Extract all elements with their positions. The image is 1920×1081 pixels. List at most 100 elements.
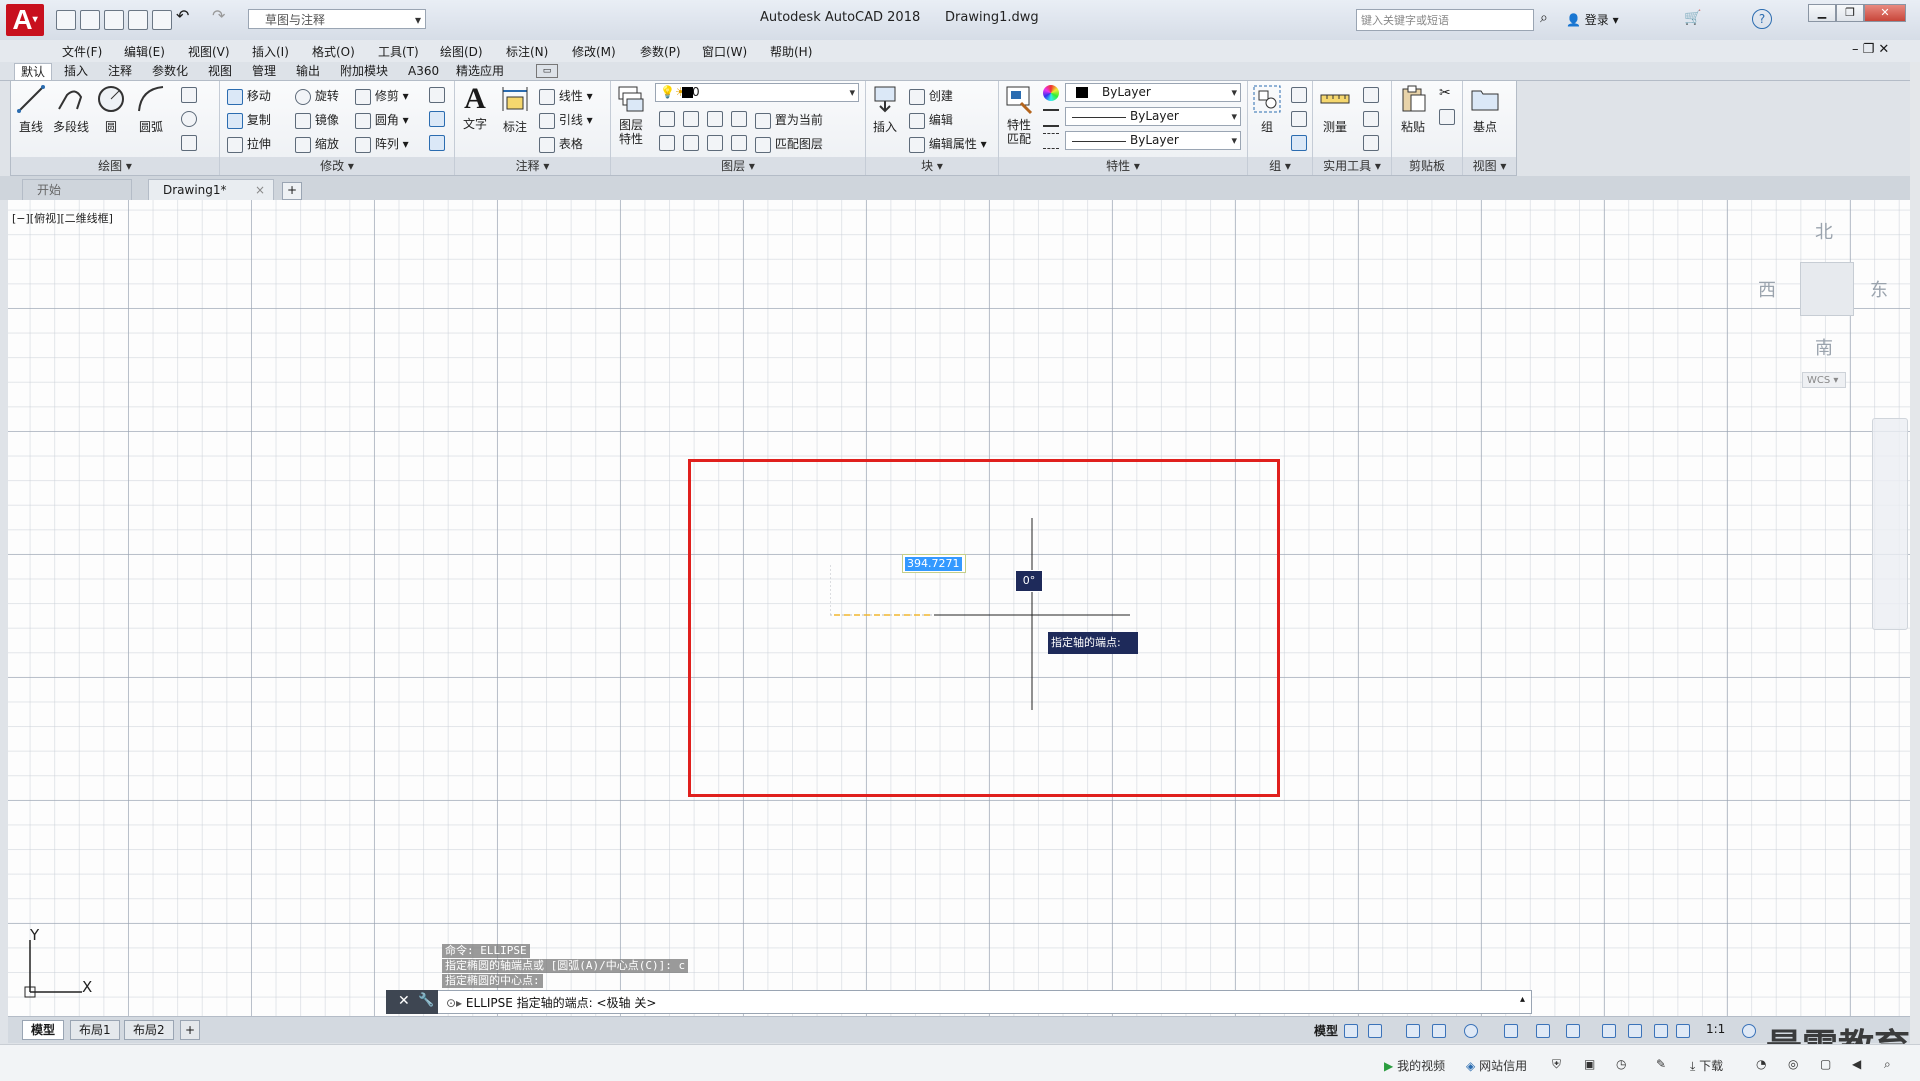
workspace-gear-icon[interactable] (1742, 1024, 1756, 1038)
annotation-visibility-icon[interactable] (1628, 1024, 1642, 1038)
tab-output[interactable]: 输出 (290, 63, 326, 80)
viewcube-south[interactable]: 南 (1815, 334, 1833, 360)
polar-tracking-icon[interactable] (1464, 1024, 1478, 1038)
leader-button[interactable]: 引线 ▾ (539, 111, 593, 129)
annotation-panel-title[interactable]: 注释 ▾ (455, 157, 610, 175)
navigation-bar[interactable] (1872, 418, 1908, 630)
color-wheel-icon[interactable] (1043, 85, 1059, 101)
edit-block-button[interactable]: 编辑 (909, 111, 953, 129)
layer-freeze-icon[interactable] (707, 111, 723, 127)
brush-icon[interactable]: ✎ (1656, 1057, 1666, 1071)
point-icon[interactable] (1363, 111, 1379, 127)
tab-insert[interactable]: 插入 (58, 63, 94, 80)
my-videos-link[interactable]: ▶ 我的视频 (1384, 1057, 1445, 1074)
shield-icon[interactable]: ⛨ (1552, 1057, 1561, 1072)
cart-icon[interactable]: 🛒 (1684, 10, 1701, 26)
save-as-icon[interactable] (128, 10, 148, 30)
customize-wrench-icon[interactable]: 🔧 (418, 993, 434, 1008)
copy-button[interactable]: 复制 (227, 111, 271, 129)
insert-block-button[interactable]: 插入 (869, 83, 908, 135)
linetype-icon[interactable] (1043, 133, 1059, 149)
annotation-scale[interactable]: 1:1 (1706, 1022, 1725, 1036)
tab-default[interactable]: 默认 (14, 63, 53, 81)
tray-icon[interactable]: ◔ (1756, 1057, 1766, 1071)
linetype-dropdown[interactable]: ByLayer (1065, 131, 1241, 150)
layer-unisolate-icon[interactable] (707, 135, 723, 151)
lineweight-icon[interactable] (1043, 109, 1059, 127)
quick-select-icon[interactable] (1363, 87, 1379, 103)
layout-tab-layout1[interactable]: 布局1 (70, 1020, 120, 1040)
view-panel-title[interactable]: 视图 ▾ (1463, 157, 1516, 175)
modify-panel-title[interactable]: 修改 ▾ (220, 157, 454, 175)
window-icon[interactable]: ▢ (1820, 1057, 1831, 1071)
linear-button[interactable]: 线性 ▾ (539, 87, 593, 105)
array-button[interactable]: 阵列 ▾ (355, 135, 409, 153)
binoculars-icon[interactable]: ⌕ (1540, 10, 1548, 26)
measure-button[interactable]: 测量 (1319, 83, 1358, 135)
clock-icon[interactable]: ◷ (1616, 1057, 1626, 1071)
rectangle-icon[interactable] (181, 87, 197, 103)
menu-help[interactable]: 帮助(H) (770, 43, 812, 60)
copy-clip-icon[interactable] (1439, 109, 1455, 125)
tab-featured-apps[interactable]: 精选应用 (450, 63, 510, 80)
globe-icon[interactable]: ◎ (1788, 1057, 1798, 1071)
layer-dropdown[interactable]: 💡☀ 0 (655, 83, 859, 102)
layer-isolate-icon[interactable] (683, 111, 699, 127)
groups-panel-title[interactable]: 组 ▾ (1248, 157, 1312, 175)
ellipse-icon[interactable] (181, 111, 197, 127)
image-icon[interactable]: ▣ (1584, 1057, 1595, 1071)
undo-icon[interactable]: ↶ (176, 6, 194, 25)
scale-button[interactable]: 缩放 (295, 135, 339, 153)
snap-icon[interactable] (1368, 1024, 1382, 1038)
layer-walk-icon[interactable] (683, 135, 699, 151)
layout-tab-model[interactable]: 模型 (22, 1020, 65, 1040)
base-view-button[interactable]: 基点 (1469, 83, 1508, 135)
block-panel-title[interactable]: 块 ▾ (866, 157, 998, 175)
application-menu-button[interactable]: A▾ (6, 4, 44, 36)
command-input[interactable]: ⊙▸ ELLIPSE 指定轴的端点: <极轴 关> (446, 994, 656, 1011)
menu-edit[interactable]: 编辑(E) (124, 43, 165, 60)
trim-button[interactable]: 修剪 ▾ (355, 87, 409, 105)
layer-off-icon[interactable] (659, 111, 675, 127)
layers-panel-title[interactable]: 图层 ▾ (611, 157, 865, 175)
annotation-scale-icon[interactable] (1676, 1024, 1690, 1038)
tab-parametric[interactable]: 参数化 (146, 63, 194, 80)
clipboard-panel-title[interactable]: 剪贴板 (1392, 157, 1462, 175)
wcs-menu[interactable]: WCS ▾ (1802, 372, 1846, 388)
minimize-button[interactable]: ▁ (1808, 4, 1836, 22)
menu-view[interactable]: 视图(V) (188, 43, 230, 60)
viewport-controls[interactable]: [−][俯视][二维线框] (12, 210, 113, 226)
ungroup-icon[interactable] (1291, 87, 1307, 103)
edit-attributes-button[interactable]: 编辑属性 ▾ (909, 135, 987, 153)
calculator-icon[interactable] (1363, 135, 1379, 151)
utilities-panel-title[interactable]: 实用工具 ▾ (1313, 157, 1391, 175)
lineweight-dropdown[interactable]: ByLayer (1065, 107, 1241, 126)
object-snap-icon[interactable] (1566, 1024, 1580, 1038)
object-snap-tracking-icon[interactable] (1536, 1024, 1550, 1038)
cut-icon[interactable]: ✂ (1439, 85, 1451, 101)
viewcube[interactable] (1800, 262, 1854, 316)
match-properties-button[interactable]: 特性 匹配 (1003, 83, 1042, 146)
auto-scale-icon[interactable] (1654, 1024, 1668, 1038)
tab-manage[interactable]: 管理 (246, 63, 282, 80)
model-space-toggle[interactable]: 模型 (1314, 1022, 1338, 1039)
volume-icon[interactable]: ◀ (1852, 1057, 1861, 1071)
create-block-button[interactable]: 创建 (909, 87, 953, 105)
menu-draw[interactable]: 绘图(D) (440, 43, 483, 60)
menu-modify[interactable]: 修改(M) (572, 43, 616, 60)
layer-thaw-icon[interactable] (731, 135, 747, 151)
group-button[interactable]: 组 (1251, 83, 1290, 135)
viewcube-east[interactable]: 东 (1870, 276, 1888, 302)
infer-constraints-icon[interactable] (1406, 1024, 1420, 1038)
vertical-scrollbar[interactable] (1910, 62, 1920, 1044)
grid-icon[interactable] (1344, 1024, 1358, 1038)
add-layout-button[interactable]: + (180, 1020, 201, 1040)
fillet-button[interactable]: 圆角 ▾ (355, 111, 409, 129)
doc-window-controls[interactable]: – ❐ ✕ (1852, 42, 1889, 57)
maximize-button[interactable]: ❐ (1836, 4, 1864, 22)
group-select-icon[interactable] (1291, 135, 1307, 151)
close-window-button[interactable]: ✕ (1864, 4, 1906, 22)
new-tab-button[interactable]: + (282, 182, 302, 200)
layer-previous-icon[interactable] (659, 135, 675, 151)
open-file-icon[interactable] (80, 10, 100, 30)
